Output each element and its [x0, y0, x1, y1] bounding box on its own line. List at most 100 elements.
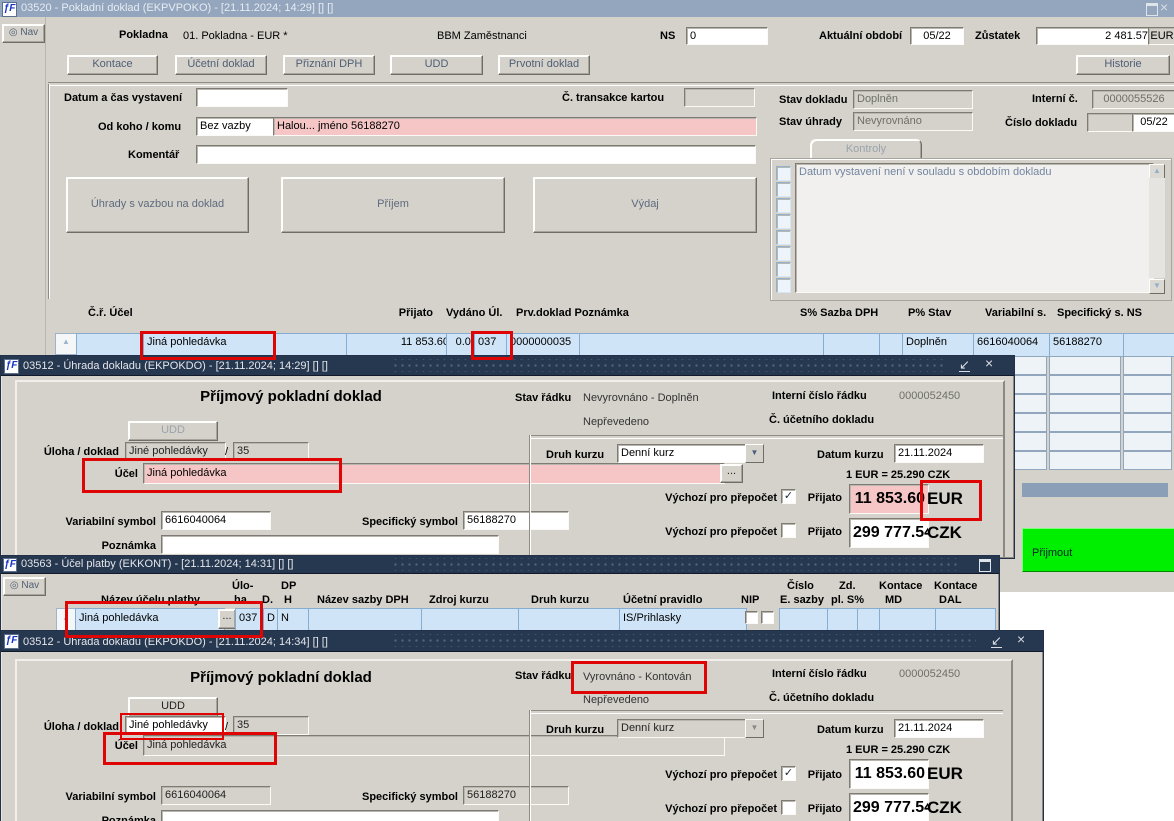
- empty-cell[interactable]: [1123, 394, 1172, 413]
- col-d[interactable]: D.: [262, 593, 273, 607]
- empty-cell[interactable]: [1123, 356, 1172, 375]
- historie-button[interactable]: Historie: [1076, 55, 1170, 75]
- doklad-input[interactable]: 35: [233, 442, 309, 461]
- obdobi-input[interactable]: 05/22: [910, 27, 964, 45]
- col-nazev-sazby[interactable]: Název sazby DPH: [317, 593, 409, 607]
- ns-input[interactable]: 0: [686, 27, 768, 45]
- col-uloha-bottom[interactable]: ha: [234, 593, 247, 607]
- prijmout-button[interactable]: Přijmout: [1022, 528, 1174, 572]
- doklad-input[interactable]: 35: [233, 716, 309, 735]
- empty-cell[interactable]: [1049, 413, 1121, 432]
- datum-kurzu-input[interactable]: 21.11.2024: [894, 719, 984, 738]
- udd-button[interactable]: UDD: [128, 421, 218, 441]
- cell-prijato[interactable]: 11 853.60: [346, 333, 453, 357]
- col-nazev-ucelu[interactable]: Název účelu platby: [101, 593, 200, 607]
- cell-poznamka[interactable]: [579, 333, 830, 357]
- ucel-input[interactable]: Jiná pohledávka: [143, 735, 725, 756]
- chevron-down-icon[interactable]: ▼: [745, 719, 764, 738]
- col-cr-ucel[interactable]: Č.ř. Účel: [88, 306, 133, 320]
- nazev-lookup-button[interactable]: ...: [218, 609, 236, 629]
- specificky-input[interactable]: 56188270: [463, 511, 569, 530]
- empty-cell[interactable]: [1123, 413, 1172, 432]
- ucel-lookup-button[interactable]: ...: [720, 464, 743, 483]
- cell-cr[interactable]: 1: [76, 333, 150, 357]
- ucetni-doklad-button[interactable]: Účetní doklad: [175, 55, 267, 75]
- udd-button[interactable]: UDD: [128, 697, 218, 717]
- kontroly-list[interactable]: Datum vystavení není v souladu s obdobím…: [795, 163, 1154, 293]
- empty-cell[interactable]: [1049, 394, 1121, 413]
- vychozi-checkbox-2[interactable]: [781, 523, 796, 538]
- druh-kurzu-select[interactable]: Denní kurz: [617, 719, 753, 738]
- cell-stav[interactable]: Doplněn: [902, 333, 980, 357]
- odkoho-value-input[interactable]: Halou... jméno 56188270: [273, 117, 757, 136]
- priznani-dph-button[interactable]: Přiznání DPH: [283, 55, 375, 75]
- row-select-icon[interactable]: ▲: [56, 608, 76, 631]
- kontroly-checkbox-5[interactable]: [776, 230, 791, 245]
- col-vydano-ul[interactable]: Vydáno Úl.: [446, 306, 502, 320]
- titlebar-ucel-platby[interactable]: ƒF 03563 - Účel platby (EKKONT) - [21.11…: [1, 556, 999, 574]
- col-sazba-dph[interactable]: S% Sazba DPH: [800, 306, 878, 320]
- close-icon[interactable]: ×: [985, 356, 993, 370]
- prijem-button[interactable]: Příjem: [281, 177, 505, 233]
- col-pl-s[interactable]: pl. S%: [831, 593, 864, 607]
- empty-cell[interactable]: [1123, 375, 1172, 394]
- titlebar-uhrada-1[interactable]: ƒF 03512 - Úhrada dokladu (EKPOKDO) - [2…: [1, 356, 1014, 376]
- kontroly-checkbox-6[interactable]: [776, 246, 791, 261]
- kontroly-checkbox-4[interactable]: [776, 214, 791, 229]
- cell-ucel[interactable]: Jiná pohledávka: [143, 333, 353, 357]
- kontroly-checkbox-1[interactable]: [776, 166, 791, 181]
- col-prvdoklad-poznamka[interactable]: Prv.doklad Poznámka: [516, 306, 629, 320]
- poznamka-input[interactable]: [161, 810, 499, 821]
- cislo-dokladu-input2[interactable]: 05/22: [1132, 113, 1174, 132]
- vychozi-checkbox-1[interactable]: ✓: [781, 766, 796, 781]
- vydaj-button[interactable]: Výdaj: [533, 177, 757, 233]
- col-ucetni-pravidlo[interactable]: Účetní pravidlo: [623, 593, 702, 607]
- minimize-icon[interactable]: ↙: [991, 634, 1002, 648]
- cell-variabilni[interactable]: 6616040064: [973, 333, 1053, 357]
- kontroly-button[interactable]: Kontroly: [810, 139, 922, 160]
- col-dal[interactable]: DAL: [939, 593, 962, 607]
- kontroly-checkbox-7[interactable]: [776, 262, 791, 277]
- chevron-down-icon[interactable]: ▼: [745, 444, 764, 463]
- kontroly-checkbox-3[interactable]: [776, 198, 791, 213]
- nav-button[interactable]: ◎ Nav: [3, 577, 46, 596]
- uhrady-vazba-button[interactable]: Úhrady s vazbou na doklad: [66, 177, 249, 233]
- nip-checkbox[interactable]: [745, 611, 758, 624]
- col-specificky-ns[interactable]: Specifický s. NS: [1057, 306, 1142, 320]
- cell-ns[interactable]: [1123, 333, 1174, 357]
- poznamka-input[interactable]: [161, 535, 499, 554]
- col-nip[interactable]: NIP: [741, 593, 759, 607]
- col-prijato[interactable]: Přijato: [385, 306, 433, 320]
- kontroly-checkbox-8[interactable]: [776, 278, 791, 293]
- col-e-sazby[interactable]: E. sazby: [780, 593, 824, 607]
- empty-cell[interactable]: [1123, 451, 1172, 470]
- cell-prvdoklad[interactable]: 0000000035: [506, 333, 586, 357]
- col-druh-kurzu[interactable]: Druh kurzu: [531, 593, 589, 607]
- prvotni-doklad-button[interactable]: Prvotní doklad: [498, 55, 590, 75]
- restore-icon[interactable]: [1146, 3, 1158, 16]
- nav-button[interactable]: ◎ Nav: [2, 24, 45, 43]
- druh-kurzu-select[interactable]: Denní kurz: [617, 444, 753, 463]
- transakce-input[interactable]: [684, 88, 755, 107]
- scroll-down-icon[interactable]: ▼: [1149, 279, 1165, 294]
- variabilni-input[interactable]: 6616040064: [161, 786, 271, 805]
- col-md[interactable]: MD: [885, 593, 902, 607]
- cell-sazba[interactable]: [823, 333, 886, 357]
- scroll-up-icon[interactable]: ▲: [1149, 164, 1165, 179]
- empty-cell[interactable]: [1049, 451, 1121, 470]
- udd-button[interactable]: UDD: [390, 55, 483, 75]
- titlebar-main[interactable]: ƒF 03520 - Pokladní doklad (EKPVPOKO) - …: [0, 0, 1174, 17]
- cell-specificky[interactable]: 56188270: [1049, 333, 1127, 357]
- vychozi-checkbox-2[interactable]: [781, 800, 796, 815]
- empty-cell[interactable]: [1123, 432, 1172, 451]
- cislo-dokladu-input1[interactable]: [1087, 113, 1137, 132]
- komentar-input[interactable]: [196, 145, 756, 164]
- close-icon[interactable]: ×: [1017, 632, 1025, 646]
- col-p-stav[interactable]: P% Stav: [908, 306, 951, 320]
- uloha-input[interactable]: Jiné pohledávky: [125, 442, 226, 461]
- col-zdroj-kurzu[interactable]: Zdroj kurzu: [429, 593, 489, 607]
- row-select-icon[interactable]: ▲: [55, 333, 77, 355]
- variabilni-input[interactable]: 6616040064: [161, 511, 271, 530]
- specificky-input[interactable]: 56188270: [463, 786, 569, 805]
- datum-vystaveni-input[interactable]: [196, 88, 288, 107]
